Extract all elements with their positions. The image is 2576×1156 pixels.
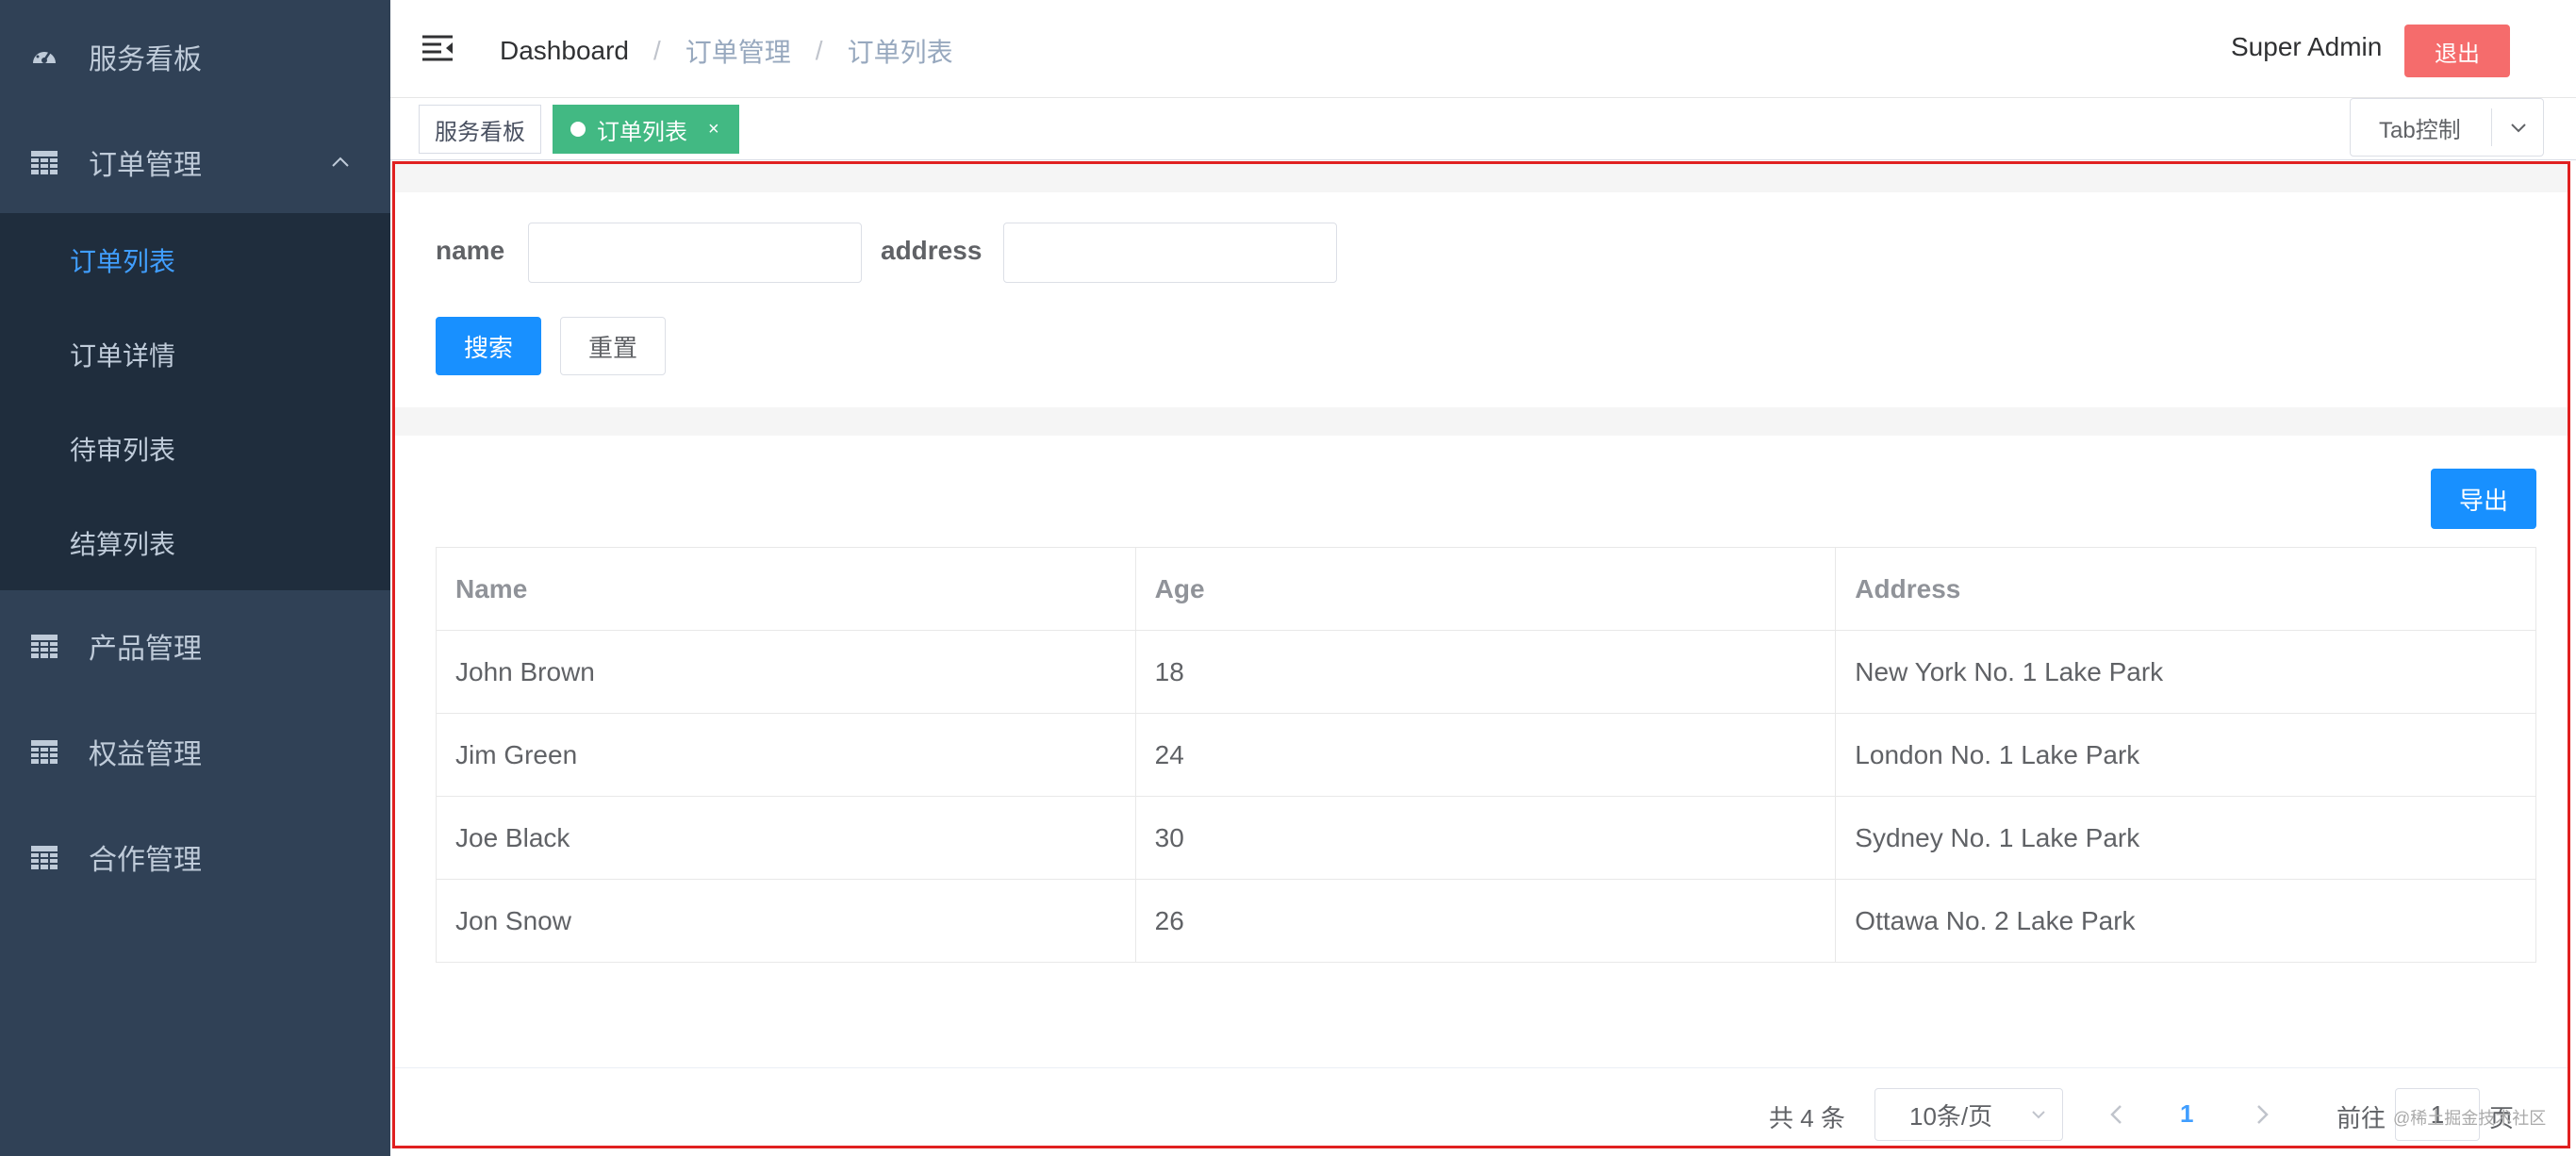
- column-header-age: Age: [1135, 548, 1836, 631]
- table-cell: John Brown: [437, 631, 1136, 714]
- section-gap: [394, 164, 2568, 192]
- table-row: John Brown 18 New York No. 1 Lake Park: [437, 631, 2536, 714]
- app-window: 服务看板 订单管理 订单列表 订单详情 待审列表 结算列表 产品管理: [0, 0, 2576, 1156]
- breadcrumb-separator: /: [816, 36, 823, 66]
- divider: [394, 1067, 2568, 1068]
- tag-label: 服务看板: [435, 113, 525, 146]
- name-label: name: [436, 236, 504, 266]
- sidebar: 服务看板 订单管理 订单列表 订单详情 待审列表 结算列表 产品管理: [0, 0, 390, 1156]
- table-cell: 26: [1135, 880, 1836, 963]
- username: Super Admin: [2231, 32, 2382, 62]
- pagination-total: 共 4 条: [1769, 1099, 1845, 1134]
- sidebar-item-label: 服务看板: [89, 36, 202, 77]
- tags-view-bar: 服务看板 订单列表 × Tab控制: [390, 98, 2576, 160]
- chevron-down-icon[interactable]: [2509, 118, 2528, 137]
- breadcrumb-separator: /: [653, 36, 661, 66]
- page-size-value: 10条/页: [1909, 1098, 1992, 1132]
- breadcrumb-item-order-list: 订单列表: [848, 32, 953, 70]
- table-cell: 24: [1135, 714, 1836, 797]
- sidebar-item-rights-management[interactable]: 权益管理: [0, 700, 390, 803]
- table-row: Jon Snow 26 Ottawa No. 2 Lake Park: [437, 880, 2536, 963]
- table-row: Joe Black 30 Sydney No. 1 Lake Park: [437, 797, 2536, 880]
- table-cell: 30: [1135, 797, 1836, 880]
- tag-service-board[interactable]: 服务看板: [419, 105, 541, 154]
- address-input[interactable]: [1003, 223, 1337, 283]
- order-table: Name Age Address John Brown 18 New York …: [436, 547, 2536, 963]
- divider: [2491, 108, 2492, 146]
- close-icon[interactable]: ×: [708, 119, 719, 140]
- logout-button[interactable]: 退出: [2404, 25, 2510, 77]
- chevron-down-icon: [2030, 1106, 2047, 1123]
- table-cell: Jon Snow: [437, 880, 1136, 963]
- breadcrumb-item-order-management[interactable]: 订单管理: [685, 32, 791, 70]
- table-icon: [30, 843, 58, 871]
- submenu-item-settlement-list[interactable]: 结算列表: [0, 496, 390, 590]
- sidebar-item-label: 产品管理: [89, 625, 202, 667]
- hamburger-menu-icon[interactable]: [422, 34, 453, 62]
- table-cell: London No. 1 Lake Park: [1836, 714, 2536, 797]
- table-icon: [30, 148, 58, 176]
- table-cell: Sydney No. 1 Lake Park: [1836, 797, 2536, 880]
- page-size-select[interactable]: 10条/页: [1874, 1088, 2063, 1141]
- sidebar-item-label: 订单管理: [89, 141, 202, 183]
- address-label: address: [881, 236, 982, 266]
- tag-label: 订单列表: [597, 113, 687, 146]
- sidebar-item-order-management[interactable]: 订单管理: [0, 110, 390, 214]
- page-number-current[interactable]: 1: [2180, 1099, 2193, 1129]
- column-header-name: Name: [437, 548, 1136, 631]
- sidebar-item-service-board[interactable]: 服务看板: [0, 5, 390, 108]
- table-cell: New York No. 1 Lake Park: [1836, 631, 2536, 714]
- table-cell: 18: [1135, 631, 1836, 714]
- top-navbar: Dashboard / 订单管理 / 订单列表 Super Admin 退出: [390, 0, 2576, 98]
- submenu-item-order-list[interactable]: 订单列表: [0, 213, 390, 307]
- prev-page-icon[interactable]: [2106, 1101, 2127, 1128]
- tab-control-label: Tab控制: [2379, 111, 2461, 144]
- submenu-order-management: 订单列表 订单详情 待审列表 结算列表: [0, 213, 390, 590]
- watermark: @稀土掘金技术社区: [2393, 1105, 2546, 1130]
- submenu-item-pending-list[interactable]: 待审列表: [0, 402, 390, 496]
- name-input[interactable]: [528, 223, 862, 283]
- active-dot-icon: [570, 122, 586, 137]
- search-button[interactable]: 搜索: [436, 317, 541, 375]
- table-cell: Joe Black: [437, 797, 1136, 880]
- dashboard-icon: [30, 42, 58, 71]
- table-cell: Ottawa No. 2 Lake Park: [1836, 880, 2536, 963]
- sidebar-item-label: 权益管理: [89, 731, 202, 772]
- section-gap: [394, 407, 2568, 436]
- breadcrumb-item-dashboard[interactable]: Dashboard: [500, 36, 629, 66]
- submenu-item-order-detail[interactable]: 订单详情: [0, 307, 390, 402]
- tab-control-dropdown[interactable]: Tab控制: [2350, 98, 2544, 157]
- goto-label: 前往: [2337, 1099, 2386, 1134]
- sidebar-item-label: 合作管理: [89, 836, 202, 878]
- search-form: name address 搜索 重置: [394, 190, 2568, 405]
- breadcrumb: Dashboard / 订单管理 / 订单列表: [500, 32, 953, 70]
- table-icon: [30, 632, 58, 660]
- sidebar-item-product-management[interactable]: 产品管理: [0, 594, 390, 698]
- table-row: Jim Green 24 London No. 1 Lake Park: [437, 714, 2536, 797]
- sidebar-item-partner-management[interactable]: 合作管理: [0, 805, 390, 909]
- export-button[interactable]: 导出: [2431, 469, 2536, 529]
- table-header-row: Name Age Address: [437, 548, 2536, 631]
- next-page-icon[interactable]: [2252, 1101, 2272, 1128]
- table-cell: Jim Green: [437, 714, 1136, 797]
- column-header-address: Address: [1836, 548, 2536, 631]
- chevron-up-icon: [330, 152, 351, 173]
- tag-order-list[interactable]: 订单列表 ×: [553, 105, 739, 154]
- reset-button[interactable]: 重置: [560, 317, 666, 375]
- table-icon: [30, 737, 58, 766]
